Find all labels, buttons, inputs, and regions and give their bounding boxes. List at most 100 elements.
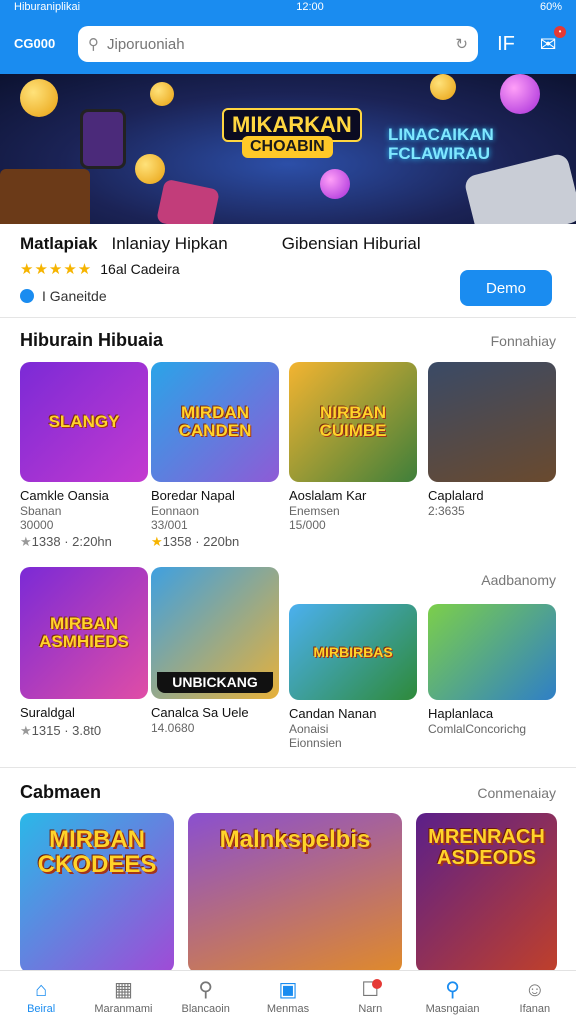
app-card[interactable]: MIRBIRBAS Candan Nanan Aonaisi Eionnsien [289,604,417,750]
status-bar: Hiburaniplikai 12:00 60% [0,0,576,14]
app-thumbnail: SLANGY [20,362,148,482]
calendar-icon: ▣ [278,979,298,1001]
coin-decoration [135,154,165,184]
banner-neon-text: LINACAIKAN FCLAWIRAU [388,125,494,163]
chest-graphic [0,169,90,224]
app-subtitle: Sbanan [20,503,62,518]
phone-graphic [80,109,126,169]
app-thumbnail [428,604,556,700]
app-card[interactable]: UNBICKANG Canalca Sa Uele 14.0680 [151,567,279,735]
app-thumbnail: NIRBAN CUIMBE [289,362,417,482]
notification-badge [372,979,383,989]
coin-decoration [150,82,174,106]
see-more-link[interactable]: Fonnahiay [491,333,556,349]
app-card[interactable]: MIRDAN CANDEN Boredar Napal Eonnaon 33/0… [151,362,279,550]
bottom-navigation: ⌂ Beiral ▦ Maranmami ⚲ Blancaoin ▣ Menma… [0,970,576,1024]
featured-app-name: Matlapiak [20,234,98,253]
app-card[interactable]: NIRBAN CUIMBE Aoslalam Kar Enemsen 15/00… [289,362,417,532]
refresh-icon[interactable]: ↻ [455,35,468,53]
app-card[interactable]: Haplanlaca ComlalConcorichg [428,604,556,736]
app-subtitle: 14.0680 [151,720,195,735]
featured-app[interactable]: Matlapiak Inlaniay Hipkan Gibensian Hibu… [0,224,576,318]
app-rating: ★1315 · 3.8t0 [20,722,102,738]
nav-item-building[interactable]: ▦ Maranmami [82,971,164,1024]
nav-label: Beiral [27,1003,56,1015]
app-logo[interactable]: CG000 [14,36,64,51]
app-thumbnail: MIRBAN ASMHIEDS [20,567,148,699]
star-rating-icon: ★★★★★ [20,261,93,278]
nav-item-home[interactable]: ⌂ Beiral [0,971,82,1024]
app-title: Camkle Oansia [20,488,109,503]
app-meta: 30000 [20,517,54,532]
nav-item-profile[interactable]: ☺ Ifanan [494,971,576,1024]
game-banner-card[interactable]: MRENRACH ASDEODS [416,813,557,973]
search-icon: ⚲ [198,979,214,1001]
gem-decoration [500,74,540,114]
box-graphic [156,178,220,224]
building-icon: ▦ [113,979,133,1001]
app-title: Boredar Napal [151,488,235,503]
nav-item-calendar[interactable]: ▣ Menmas [247,971,329,1024]
app-title: Candan Nanan [289,706,377,721]
search-icon: ⚲ [88,36,99,53]
nav-label: Maranmami [94,1003,153,1015]
nav-item-notifications[interactable]: ☐ Narn [329,971,411,1024]
featured-badge-text: I Ganeitde [42,288,107,304]
home-icon: ⌂ [35,979,48,1001]
app-meta: 33/001 [151,517,188,532]
demo-button[interactable]: Demo [460,270,552,306]
nav-label: Masngaian [425,1003,480,1015]
app-subtitle: ComlalConcorichg [428,721,527,736]
search-bar[interactable]: ⚲ ↻ [78,26,478,62]
nav-item-search[interactable]: ⚲ Blancaoin [165,971,247,1024]
gift-icon: ✉ [539,33,557,56]
notification-button[interactable]: ✉ • [534,25,566,57]
section-title: Cabmaen [20,782,102,802]
nav-item-explore[interactable]: ⚲ Masngaian [411,971,493,1024]
filter-button[interactable]: IF [492,33,520,56]
coin-decoration [430,74,456,100]
app-card[interactable]: SLANGY Camkle Oansia Sbanan 30000 ★1338 … [20,362,148,550]
battery-text: 60% [539,1,562,13]
app-meta: Eionnsien [289,735,342,750]
coin-decoration [20,79,58,117]
top-app-bar: CG000 ⚲ ↻ IF ✉ • [0,14,576,74]
app-subtitle: 2:3635 [428,503,465,518]
star-icon: ★ [151,534,163,550]
app-title: Canalca Sa Uele [151,705,249,720]
search-input[interactable] [107,35,448,53]
app-thumbnail [428,362,556,482]
featured-tagline: Inlaniay Hipkan [111,234,228,253]
section-header-hiburan: Hiburain Hibuaia Fonnahiay [20,330,556,351]
featured-category: Gibensian Hiburial [281,234,421,253]
clock-text: 12:00 [296,1,324,13]
section-title: Hiburain Hibuaia [20,330,164,350]
see-more-link[interactable]: Aadbanomy [481,572,556,588]
notification-badge: • [554,25,566,38]
see-more-link[interactable]: Conmenaiay [477,785,556,801]
featured-rating-text: 16al Cadeira [100,261,180,277]
app-title: Suraldgal [20,705,75,720]
app-card[interactable]: MIRBAN ASMHIEDS Suraldgal ★1315 · 3.8t0 [20,567,148,739]
nav-label: Blancaoin [181,1003,230,1015]
app-subtitle: Enemsen [289,503,340,518]
thumbnail-caption: UNBICKANG [157,672,273,693]
star-icon: ★ [20,534,32,550]
nav-label: Narn [358,1003,383,1015]
app-card[interactable]: Caplalard 2:3635 [428,362,556,518]
app-subtitle: Eonnaon [151,503,200,518]
carrier-text: Hiburaniplikai [14,1,81,13]
app-rating: ★1358 · 220bn [151,534,240,550]
app-subtitle: Aonaisi [289,721,329,736]
nav-label: Menmas [266,1003,310,1015]
game-banner-card[interactable]: MIRBAN CKODEES [20,813,174,973]
person-icon: ☺ [524,979,546,1001]
game-banner-card[interactable]: Malnkspelbis [188,813,402,973]
app-thumbnail: MIRDAN CANDEN [151,362,279,482]
app-title: Caplalard [428,488,484,503]
promo-banner[interactable]: MIKARKAN CHOABIN LINACAIKAN FCLAWIRAU [0,74,576,224]
search-circle-icon: ⚲ [445,979,460,1001]
app-meta: 15/000 [289,517,326,532]
app-rating: ★1338 · 2:20hn [20,534,112,550]
gem-decoration [320,169,350,199]
